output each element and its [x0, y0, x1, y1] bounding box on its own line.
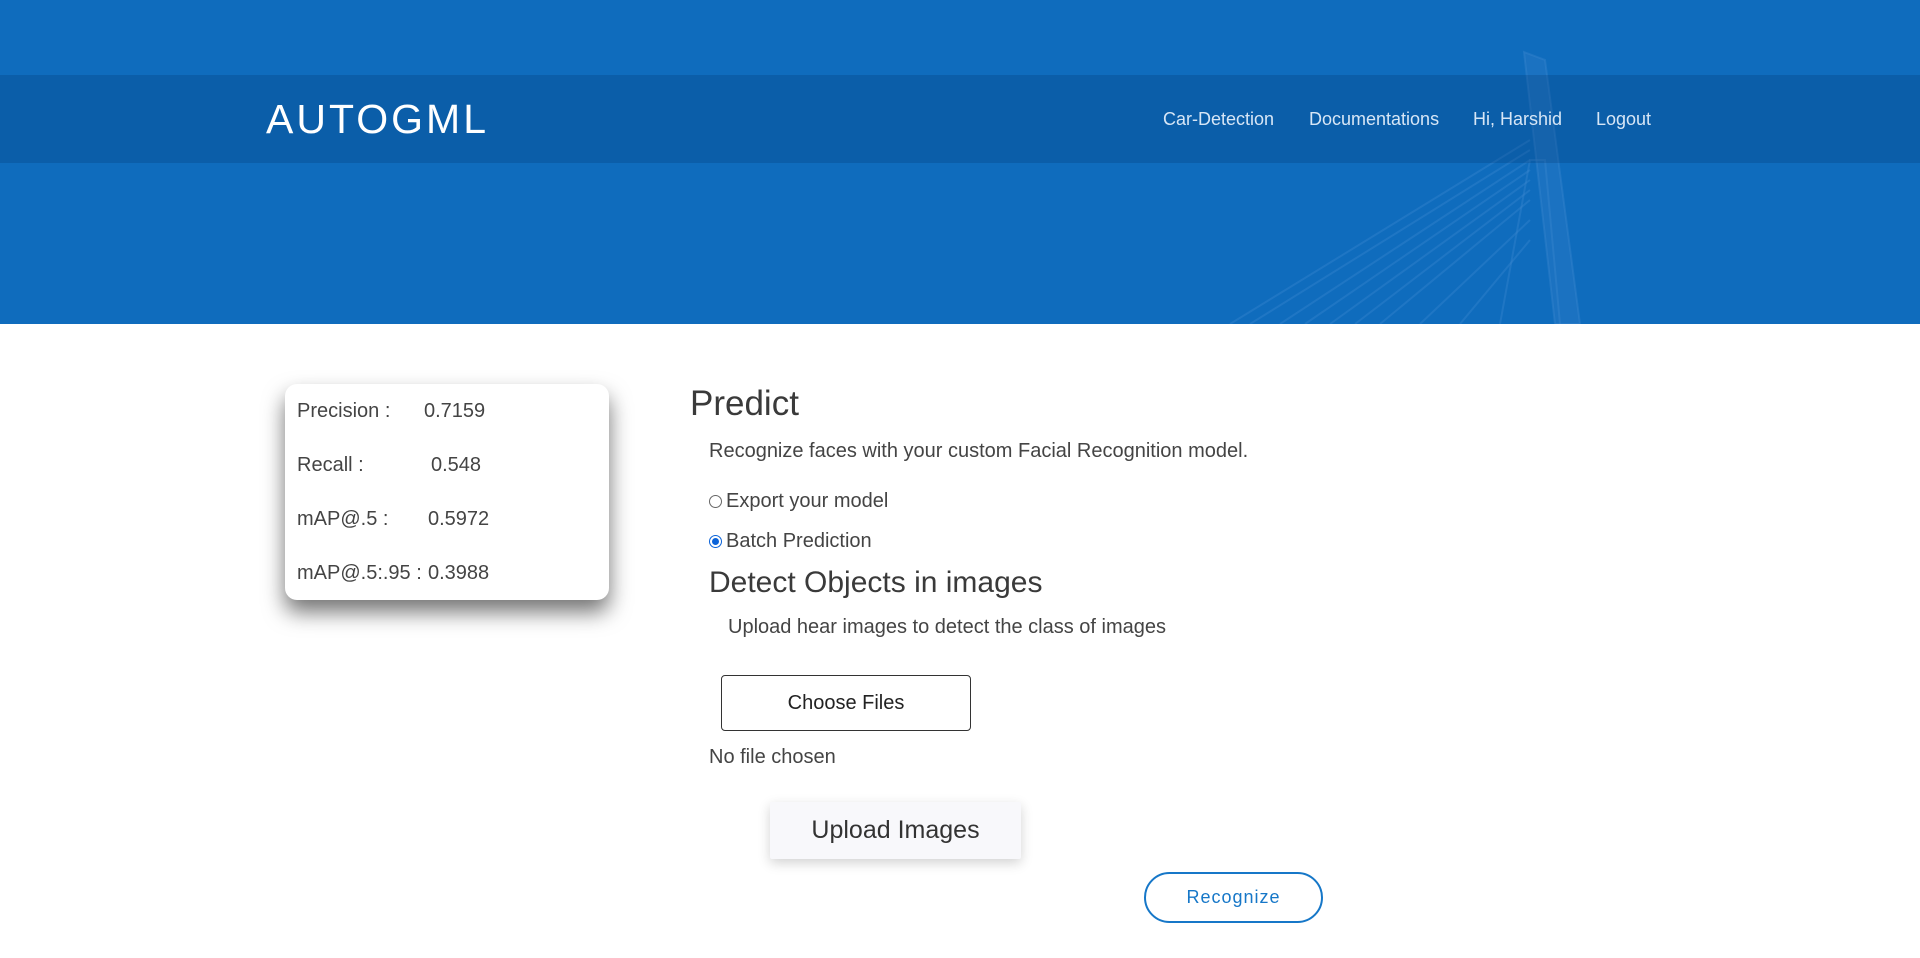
predict-description: Recognize faces with your custom Facial … [709, 440, 1249, 462]
file-status-text: No file chosen [709, 746, 836, 768]
metric-value: 0.548 [431, 454, 482, 476]
metric-label: mAP@.5 : [297, 508, 389, 530]
nav-links: Car-Detection Documentations Hi, Harshid… [0, 109, 1920, 129]
radio-export-model[interactable]: Export your model [709, 489, 888, 513]
nav-link-logout[interactable]: Logout [1596, 109, 1651, 129]
section-description: Upload hear images to detect the class o… [728, 616, 1167, 638]
metric-value: 0.5972 [428, 508, 490, 530]
radio-button[interactable] [709, 494, 722, 508]
nav-link-user-greeting[interactable]: Hi, Harshid [1473, 109, 1562, 129]
metric-label: Recall : [297, 454, 364, 476]
radio-label: Export your model [726, 490, 889, 512]
metrics-card: Precision : 0.7159 Recall : 0.548 mAP@.5… [285, 384, 609, 600]
navbar: AUTOGML Car-Detection Documentations Hi,… [0, 75, 1920, 163]
radio-button-checked[interactable] [709, 534, 722, 548]
upload-images-button[interactable]: Upload Images [770, 802, 1021, 859]
page-title: Predict [690, 384, 799, 423]
recognize-button[interactable]: Recognize [1144, 872, 1323, 923]
section-title: Detect Objects in images [709, 566, 1043, 599]
metric-label: mAP@.5:.95 : [297, 562, 422, 584]
metric-value: 0.7159 [424, 400, 486, 422]
metric-value: 0.3988 [428, 562, 490, 584]
nav-link-documentations[interactable]: Documentations [1309, 109, 1439, 129]
radio-label: Batch Prediction [726, 530, 872, 552]
radio-batch-prediction[interactable]: Batch Prediction [709, 529, 872, 553]
nav-link-car-detection[interactable]: Car-Detection [1163, 109, 1274, 129]
hero-banner: AUTOGML Car-Detection Documentations Hi,… [0, 0, 1920, 324]
metric-label: Precision : [297, 400, 391, 422]
choose-files-button[interactable]: Choose Files [721, 675, 971, 731]
